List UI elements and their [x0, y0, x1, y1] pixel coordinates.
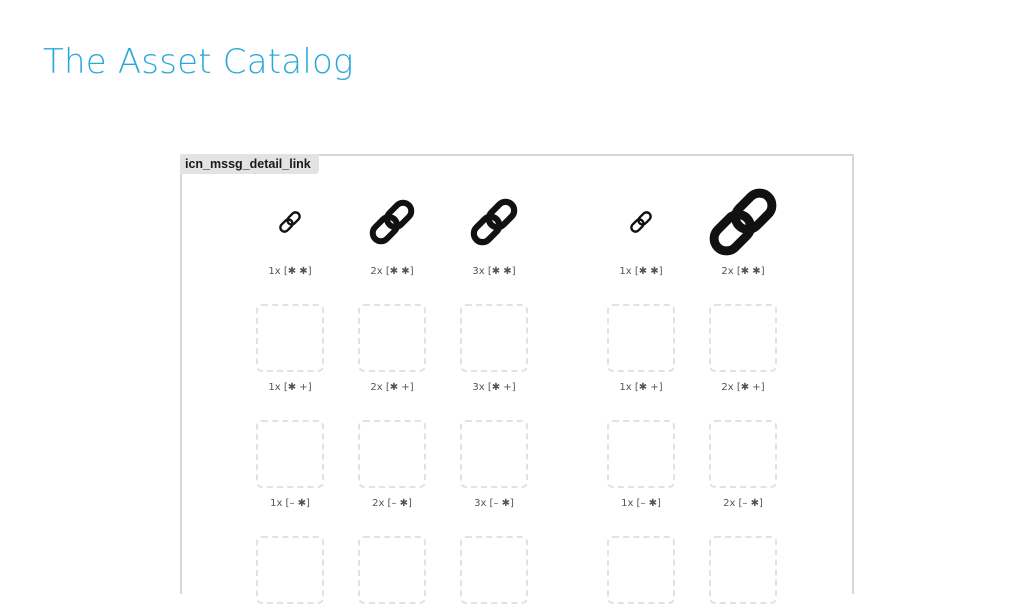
- slide-title: The Asset Catalog: [43, 42, 354, 82]
- slot-label: 1x [✱ +]: [619, 382, 663, 393]
- slot-label: 2x [– ✱]: [723, 498, 763, 509]
- image-well-filled[interactable]: [256, 188, 324, 256]
- image-well-empty[interactable]: [709, 420, 777, 488]
- image-well-empty[interactable]: [607, 304, 675, 372]
- image-well-empty[interactable]: [460, 536, 528, 604]
- slot-label: 2x [✱ ✱]: [370, 266, 414, 277]
- image-well-empty[interactable]: [460, 304, 528, 372]
- image-well-filled[interactable]: [460, 188, 528, 256]
- slot-label: 1x [✱ ✱]: [268, 266, 312, 277]
- slot-label: 3x [✱ +]: [472, 382, 516, 393]
- slot-label: 3x [✱ ✱]: [472, 266, 516, 277]
- image-well-filled[interactable]: [709, 188, 777, 256]
- image-well-empty[interactable]: [256, 420, 324, 488]
- image-well-empty[interactable]: [358, 304, 426, 372]
- image-well-filled[interactable]: [607, 188, 675, 256]
- slot-label: 2x [✱ +]: [370, 382, 414, 393]
- slot-label: 1x [✱ ✱]: [619, 266, 663, 277]
- image-well-empty[interactable]: [607, 420, 675, 488]
- slot-label: 2x [✱ ✱]: [721, 266, 765, 277]
- image-well-empty[interactable]: [256, 536, 324, 604]
- image-well-empty[interactable]: [709, 304, 777, 372]
- image-well-empty[interactable]: [358, 420, 426, 488]
- slot-label: 2x [– ✱]: [372, 498, 412, 509]
- image-well-empty[interactable]: [709, 536, 777, 604]
- image-well-filled[interactable]: [358, 188, 426, 256]
- image-well-empty[interactable]: [358, 536, 426, 604]
- slot-label: 1x [– ✱]: [270, 498, 310, 509]
- slot-label: 2x [✱ +]: [721, 382, 765, 393]
- slot-label: 3x [– ✱]: [474, 498, 514, 509]
- slot-label: 1x [– ✱]: [621, 498, 661, 509]
- slot-label: 1x [✱ +]: [268, 382, 312, 393]
- image-set-name[interactable]: icn_mssg_detail_link: [180, 154, 319, 174]
- image-well-empty[interactable]: [460, 420, 528, 488]
- image-well-empty[interactable]: [607, 536, 675, 604]
- image-well-empty[interactable]: [256, 304, 324, 372]
